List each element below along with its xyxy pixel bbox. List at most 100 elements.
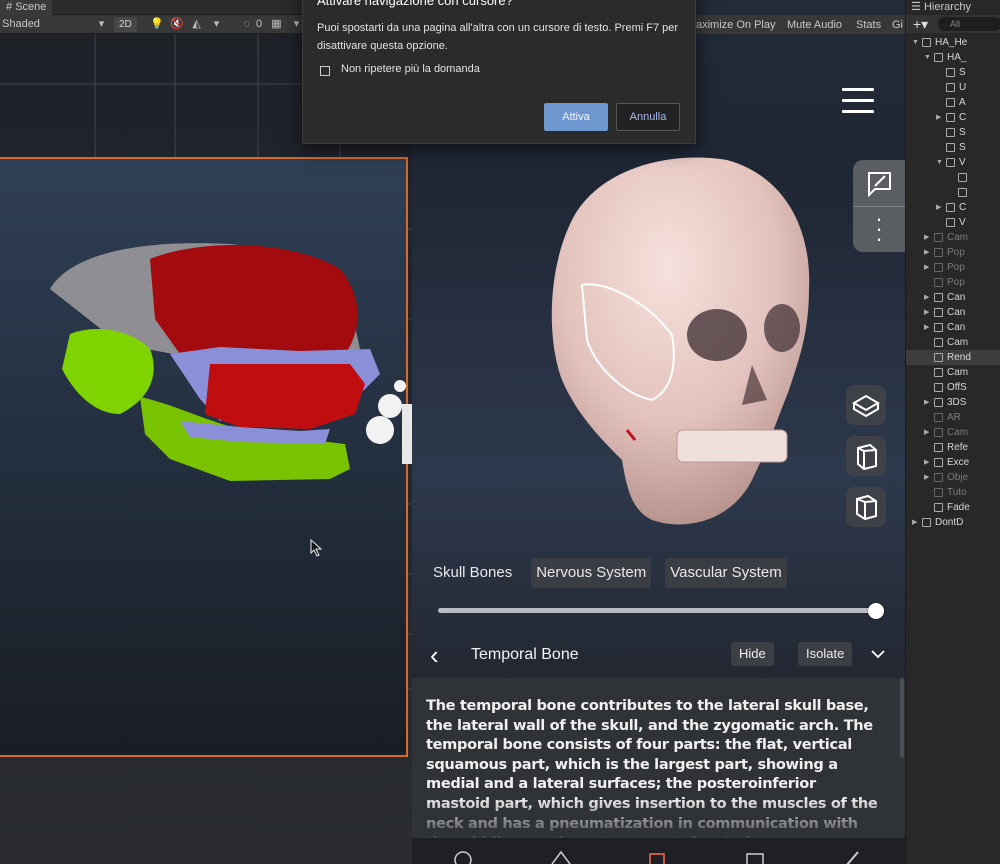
chevron-left-icon[interactable]: ‹ [430,642,452,669]
isolate-button[interactable]: Isolate [798,642,853,666]
chevron-down-icon[interactable] [870,642,890,666]
hierarchy-item[interactable]: ▶ Can [906,320,1000,335]
hierarchy-item[interactable]: Refe [906,440,1000,455]
collapse-arrow-icon[interactable]: ▶ [924,470,929,485]
stats-toggle[interactable]: Stats [856,18,881,32]
hierarchy-item-label: OffS [947,382,967,393]
hierarchy-item[interactable]: ▶ C [906,110,1000,125]
collapse-arrow-icon[interactable]: ▶ [924,230,929,245]
collapse-arrow-icon[interactable]: ▶ [924,305,929,320]
description-scrollbar[interactable] [900,678,904,758]
grid-toggle-icon[interactable]: ▦ [270,18,283,31]
tab-nervous-system[interactable]: Nervous System [531,558,652,588]
hierarchy-item[interactable] [906,170,1000,185]
hierarchy-item[interactable]: S [906,65,1000,80]
hierarchy-item[interactable]: ▶ Cam [906,230,1000,245]
hierarchy-item[interactable] [906,185,1000,200]
maximize-on-play-toggle[interactable]: aximize On Play [696,18,775,32]
hierarchy-item[interactable]: V [906,215,1000,230]
shading-dropdown-arrow-icon[interactable]: ▾ [95,18,108,31]
hierarchy-item[interactable]: ▶ Cam [906,425,1000,440]
collapse-arrow-icon[interactable]: ▶ [912,515,917,530]
bone-description-panel[interactable]: The temporal bone contributes to the lat… [412,678,905,838]
skull-3d-model[interactable] [527,150,827,540]
collapse-arrow-icon[interactable]: ▶ [936,110,941,125]
collapse-arrow-icon[interactable]: ▶ [924,395,929,410]
camera-nav-icon[interactable] [742,846,768,864]
hierarchy-item[interactable]: ▶ Pop [906,245,1000,260]
hierarchy-item-label: AR [947,412,961,423]
expand-arrow-icon[interactable]: ▼ [912,35,919,50]
hierarchy-item[interactable]: S [906,140,1000,155]
slider-thumb[interactable] [868,603,884,619]
annotate-note-icon[interactable] [865,170,893,198]
gameobject-cube-icon [946,203,955,212]
effects-toggle-icon[interactable]: ◭ [190,18,203,31]
expand-arrow-icon[interactable]: ▼ [924,50,931,65]
hierarchy-item[interactable]: A [906,95,1000,110]
activate-button[interactable]: Attiva [544,103,608,131]
cancel-button[interactable]: Annulla [616,103,680,131]
hierarchy-item[interactable]: ▼ HA_He [906,35,1000,50]
hierarchy-item[interactable]: AR [906,410,1000,425]
hierarchy-item[interactable]: ▶ C [906,200,1000,215]
collapse-arrow-icon[interactable]: ▶ [924,320,929,335]
scene-viewport[interactable] [0,34,412,864]
tab-skull-bones[interactable]: Skull Bones [428,558,517,588]
dont-ask-again-checkbox[interactable] [320,66,330,76]
hierarchy-item[interactable]: ▼ V [906,155,1000,170]
tab-vascular-system[interactable]: Vascular System [665,558,787,588]
collapse-arrow-icon[interactable]: ▶ [924,260,929,275]
hierarchy-item[interactable]: S [906,125,1000,140]
hide-button[interactable]: Hide [731,642,774,666]
hierarchy-item[interactable]: Pop [906,275,1000,290]
hierarchy-item[interactable]: U [906,80,1000,95]
hierarchy-item[interactable]: Cam [906,365,1000,380]
effects-dropdown-icon[interactable]: ▾ [210,18,223,31]
layers-nav-icon[interactable] [450,846,476,864]
more-vertical-icon[interactable]: · · · [873,208,885,250]
hierarchy-item[interactable]: ▶ Can [906,290,1000,305]
anatomy-nav-icon[interactable] [548,846,574,864]
hidden-objects-icon[interactable]: ◌ [240,18,253,31]
hamburger-menu-icon[interactable] [842,88,874,114]
front-cube-icon[interactable] [846,487,886,527]
2d-toggle-button[interactable]: 2D [114,17,137,32]
collapse-arrow-icon[interactable]: ▶ [936,200,941,215]
collapse-arrow-icon[interactable]: ▶ [924,455,929,470]
opacity-slider[interactable] [438,603,884,619]
hierarchy-item[interactable]: Rend [906,350,1000,365]
lighting-toggle-icon[interactable]: 💡 [150,18,164,31]
hierarchy-item[interactable]: ▼ HA_ [906,50,1000,65]
expand-arrow-icon[interactable]: ▼ [936,155,943,170]
hierarchy-item[interactable]: Cam [906,335,1000,350]
shading-mode-dropdown[interactable]: Shaded [2,17,40,32]
hierarchy-item[interactable]: OffS [906,380,1000,395]
pen-nav-icon[interactable] [840,846,866,864]
scene-tab[interactable]: # Scene [0,0,53,15]
hierarchy-item[interactable]: ▶ Pop [906,260,1000,275]
hierarchy-item[interactable]: Fade [906,500,1000,515]
collapse-arrow-icon[interactable]: ▶ [924,245,929,260]
hierarchy-item[interactable]: Tuto [906,485,1000,500]
hierarchy-item[interactable]: ▶ Obje [906,470,1000,485]
hierarchy-item[interactable]: ▶ Exce [906,455,1000,470]
gameobject-cube-icon [934,383,943,392]
collapse-arrow-icon[interactable]: ▶ [924,290,929,305]
hierarchy-tab[interactable]: ☰ Hierarchy [911,0,971,15]
collapse-arrow-icon[interactable]: ▶ [924,425,929,440]
audio-toggle-icon[interactable]: 🔇 [170,18,184,31]
gizmos-toggle[interactable]: Gi [892,18,903,32]
gameobject-cube-icon [946,158,955,167]
hierarchy-item[interactable]: ▶ 3DS [906,395,1000,410]
add-object-icon[interactable]: +▾ [913,15,928,33]
hierarchy-item[interactable]: ▶ Can [906,305,1000,320]
mute-audio-toggle[interactable]: Mute Audio [787,18,842,32]
dont-ask-again-label[interactable]: Non ripetere più la domanda [341,63,480,75]
hierarchy-item[interactable]: ▶ DontD [906,515,1000,530]
perspective-cube-icon[interactable] [846,385,886,425]
model-nav-icon[interactable] [644,846,670,864]
side-cube-icon[interactable] [846,436,886,476]
hierarchy-search-input[interactable]: All [938,17,1000,31]
camera-gizmo-icon[interactable] [366,374,412,464]
